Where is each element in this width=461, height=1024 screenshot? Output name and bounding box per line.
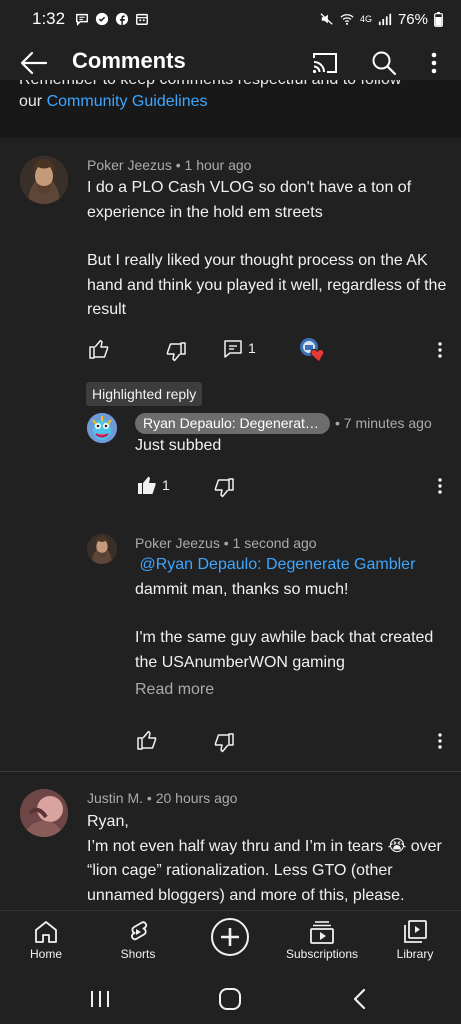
battery-icon [434, 11, 443, 27]
back-button-icon[interactable] [346, 986, 374, 1012]
comment-more-icon[interactable] [437, 341, 443, 359]
like-count: 1 [162, 477, 170, 493]
nav-shorts[interactable]: Shorts [92, 911, 184, 975]
read-more-link[interactable]: Read more [135, 681, 214, 699]
library-icon [404, 920, 427, 943]
comment-author[interactable]: Justin M. [87, 790, 143, 806]
portrait-image [20, 156, 68, 204]
reply-author-chip[interactable]: Ryan Depaulo: Degenerate … [135, 413, 330, 434]
status-left: 1:32 [32, 9, 149, 29]
signal-icon [378, 13, 392, 26]
reply-text: @Ryan Depaulo: Degenerate Gambler dammit… [135, 553, 435, 673]
reply-count: 1 [248, 340, 256, 356]
comment-paragraph: I do a PLO Cash VLOG so don't have a ton… [87, 179, 412, 221]
nav-home-label: Home [29, 947, 62, 961]
comment-time: 20 hours ago [155, 790, 238, 806]
back-arrow-icon[interactable] [20, 50, 48, 76]
comments-list[interactable]: Poker Jeezus • 1 hour ago I do a PLO Cas… [0, 138, 461, 910]
creator-heart-icon [300, 338, 325, 363]
mute-icon [320, 13, 333, 25]
reply-more-icon[interactable] [437, 732, 443, 750]
community-guidelines-banner: Remember to keep comments respectful and… [0, 80, 461, 138]
mention-line: @Ryan Depaulo: Degenerate Gambler [135, 553, 435, 578]
dislike-icon[interactable] [213, 732, 235, 754]
portrait-image [20, 789, 68, 837]
nav-create[interactable] [184, 911, 276, 975]
reply-meta: • 7 minutes ago [335, 415, 432, 431]
liked-icon[interactable] [136, 474, 158, 496]
guidelines-line: Remember to keep comments respectful and… [19, 80, 449, 91]
comment-meta: Justin M. • 20 hours ago [87, 790, 238, 806]
portrait-image [87, 534, 117, 564]
status-bar: 1:32 4G 76% [0, 0, 461, 38]
more-options-icon[interactable] [424, 49, 444, 77]
like-icon[interactable] [136, 729, 158, 751]
community-guidelines-link[interactable]: Community Guidelines [47, 93, 208, 110]
status-right: 4G 76% [320, 11, 443, 28]
nav-shorts-label: Shorts [120, 947, 156, 961]
creator-heart-badge[interactable] [299, 337, 329, 363]
message-notification-icon [76, 13, 89, 26]
recent-apps-icon[interactable] [86, 986, 114, 1012]
avatar[interactable] [87, 534, 117, 564]
cast-icon[interactable] [311, 50, 339, 76]
shorts-icon [131, 921, 148, 941]
dislike-icon[interactable] [213, 477, 235, 499]
create-plus-icon [211, 918, 249, 956]
comment-paragraph: But I really liked your thought process … [87, 252, 447, 318]
calendar-notification-icon [136, 13, 149, 25]
page-title: Comments [72, 48, 186, 73]
reply-time: 1 second ago [232, 535, 317, 551]
reply-paragraph: dammit man, thanks so much! [135, 580, 349, 598]
nav-library-label: Library [396, 947, 434, 961]
comment-author[interactable]: Poker Jeezus [87, 157, 172, 173]
network-label: 4G [359, 14, 372, 24]
reply-meta: Poker Jeezus • 1 second ago [135, 535, 317, 551]
bottom-navigation: Home Shorts Subscriptions Library [0, 910, 461, 974]
nav-subscriptions-label: Subscriptions [285, 947, 359, 961]
subscriptions-icon [310, 921, 334, 944]
comment-text: I do a PLO Cash VLOG so don't have a ton… [87, 176, 447, 323]
reply-paragraph: I'm the same guy awhile back that create… [135, 629, 434, 671]
comment-time: 1 hour ago [184, 157, 252, 173]
reply-time: 7 minutes ago [343, 415, 432, 431]
comment-paragraph: Ryan, [87, 813, 129, 830]
battery-percent: 76% [397, 10, 428, 28]
home-icon [35, 921, 57, 943]
comment-text: Ryan, I’m not even half way thru and I’m… [87, 810, 447, 908]
nav-subscriptions[interactable]: Subscriptions [276, 911, 368, 975]
guidelines-prefix: our [19, 93, 47, 110]
avatar[interactable] [20, 156, 68, 204]
search-icon[interactable] [370, 49, 398, 77]
wifi-icon [340, 14, 354, 25]
home-button-icon[interactable] [216, 986, 244, 1012]
comment-paragraph: I’m not even half way thru and I’m in te… [87, 837, 442, 904]
reply-icon[interactable] [222, 338, 244, 360]
reply-more-icon[interactable] [437, 477, 443, 495]
reply-author[interactable]: Poker Jeezus [135, 535, 220, 551]
avatar[interactable] [20, 789, 68, 837]
channel-logo-image [87, 413, 117, 443]
system-navigation-bar [0, 974, 461, 1024]
mention-link[interactable]: @Ryan Depaulo: Degenerate Gambler [139, 556, 415, 573]
dislike-icon[interactable] [165, 341, 187, 363]
reply-text: Just subbed [135, 437, 222, 454]
like-icon[interactable] [88, 338, 110, 360]
guidelines-text: Remember to keep comments respectful and… [19, 80, 449, 113]
nav-library[interactable]: Library [369, 911, 461, 975]
comment-divider [0, 771, 461, 772]
status-time: 1:32 [32, 9, 66, 28]
comment-meta: Poker Jeezus • 1 hour ago [87, 157, 252, 173]
avatar[interactable] [87, 413, 117, 443]
facebook-notification-icon [115, 12, 129, 26]
nav-home[interactable]: Home [0, 911, 92, 975]
highlighted-reply-chip: Highlighted reply [86, 382, 203, 406]
app-notification-icon [95, 12, 109, 26]
